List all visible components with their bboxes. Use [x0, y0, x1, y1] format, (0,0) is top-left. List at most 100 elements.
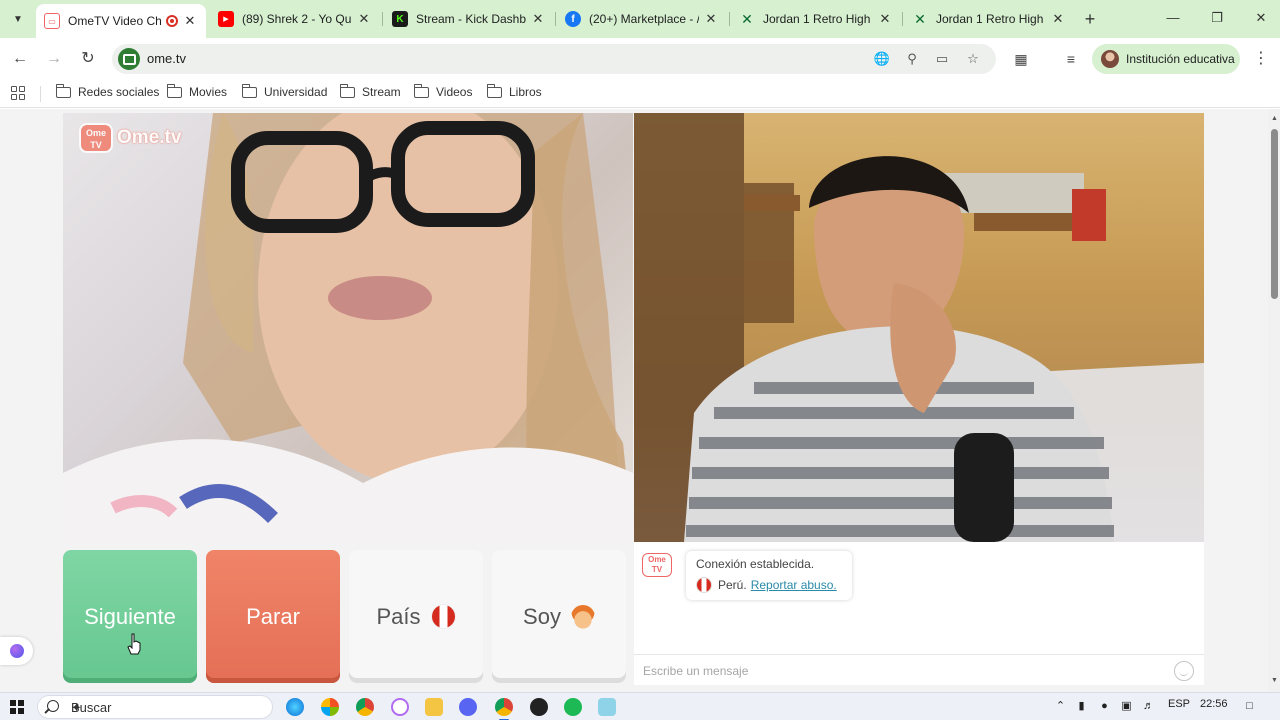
facebook-icon: f — [565, 11, 581, 27]
close-window-icon[interactable]: ✕ — [1239, 0, 1280, 38]
chrome-icon[interactable] — [356, 698, 374, 716]
tab-search-icon[interactable]: ▼ — [6, 7, 30, 31]
close-tab-icon[interactable]: ✕ — [356, 11, 372, 27]
side-extension-widget[interactable] — [0, 637, 33, 665]
tab-facebook[interactable]: f (20+) Marketplace - / ✕ — [557, 5, 727, 33]
chrome-active-icon[interactable] — [495, 698, 513, 720]
scroll-down-icon[interactable]: ▼ — [1271, 677, 1278, 684]
volume-icon[interactable]: ♬ — [1142, 700, 1155, 713]
tab-jordan-2[interactable]: ✕ Jordan 1 Retro High C ✕ — [904, 5, 1074, 33]
tab-title: (89) Shrek 2 - Yo Qui — [242, 12, 352, 26]
chevron-up-icon[interactable]: ⌃ — [1054, 700, 1067, 713]
obs-icon[interactable] — [530, 698, 548, 716]
windows-taskbar: Buscar ✦ ⌃ ▮ ● ▣ ♬ ESP 22:56 □ — [0, 692, 1280, 720]
apps-grid-icon[interactable] — [11, 86, 25, 100]
close-tab-icon[interactable]: ✕ — [703, 11, 719, 27]
bookmark-label: Videos — [436, 85, 473, 99]
bookmark-star-icon[interactable]: ☆ — [963, 49, 983, 69]
tab-separator — [382, 12, 383, 26]
message-input[interactable] — [643, 661, 1143, 681]
bookmark-universidad[interactable]: Universidad — [241, 83, 327, 99]
tab-title: OmeTV Video Ch — [68, 14, 162, 28]
country-button-label: País — [376, 603, 421, 629]
browser-toolbar: ← → ↻ ome.tv 🌐 ⚲ ▭ ☆ ▦ ≡ Institución edu… — [0, 38, 1280, 80]
site-camera-icon[interactable] — [118, 48, 140, 70]
folder-icon — [486, 83, 502, 98]
spotify-icon[interactable] — [564, 698, 582, 716]
copilot-sparkle-icon: ✦ — [71, 700, 82, 715]
partner-country: Perú. — [718, 578, 747, 592]
gender-button-label: Soy — [523, 603, 561, 629]
tab-ometv[interactable]: ▭ OmeTV Video Ch ✕ — [36, 4, 206, 38]
reload-icon[interactable]: ↻ — [76, 47, 100, 71]
close-tab-icon[interactable]: ✕ — [182, 13, 198, 29]
forward-icon[interactable]: → — [42, 47, 66, 71]
url-text: ome.tv — [147, 51, 187, 66]
tab-youtube[interactable]: ▶ (89) Shrek 2 - Yo Qui ✕ — [210, 5, 380, 33]
bookmark-label: Libros — [509, 85, 542, 99]
address-bar[interactable]: ome.tv 🌐 ⚲ ▭ ☆ — [112, 44, 996, 74]
bookmark-redes-sociales[interactable]: Redes sociales — [55, 83, 159, 99]
chat-panel: Ome TV Conexión establecida. Perú. Repor… — [634, 542, 1204, 685]
close-tab-icon[interactable]: ✕ — [1050, 11, 1066, 27]
bookmark-libros[interactable]: Libros — [486, 83, 542, 99]
reading-list-icon[interactable]: ≡ — [1060, 48, 1082, 70]
cast-icon[interactable]: ▭ — [932, 49, 952, 69]
bookmarks-bar: Redes sociales Movies Universidad Stream… — [0, 80, 1280, 108]
battery-icon[interactable]: ▮ — [1075, 700, 1088, 713]
tab-title: Stream - Kick Dashbo — [416, 12, 526, 26]
hand-cursor-icon — [127, 633, 141, 655]
stop-button[interactable]: Parar — [206, 550, 340, 683]
zoom-icon[interactable]: ⚲ — [902, 49, 922, 69]
bookmark-videos[interactable]: Videos — [413, 83, 473, 99]
windows-start-icon[interactable] — [10, 700, 24, 714]
taskbar-search[interactable]: Buscar ✦ — [37, 695, 273, 719]
ometv-favicon-icon: ▭ — [44, 13, 60, 29]
extensions-icon[interactable]: ▦ — [1010, 48, 1032, 70]
close-tab-icon[interactable]: ✕ — [877, 11, 893, 27]
copilot-icon[interactable] — [321, 698, 339, 716]
edge-icon[interactable] — [286, 698, 304, 716]
page-scrollbar[interactable]: ▲ ▼ — [1268, 109, 1280, 692]
report-abuse-link[interactable]: Reportar abuso. — [751, 578, 837, 592]
folder-icon — [55, 83, 71, 98]
menu-kebab-icon[interactable]: ⋮ — [1253, 47, 1269, 71]
discord-icon[interactable] — [459, 698, 477, 716]
connection-status: Conexión establecida. — [696, 557, 815, 571]
ometv-logo-badge: Ome TV — [79, 123, 113, 153]
app-icon[interactable] — [391, 698, 409, 716]
notepad-icon[interactable] — [598, 698, 616, 716]
tab-separator — [729, 12, 730, 26]
notifications-icon[interactable]: □ — [1243, 700, 1256, 713]
next-button[interactable]: Siguiente — [63, 550, 197, 683]
ometv-chat-logo: Ome TV — [642, 553, 672, 577]
gender-button[interactable]: Soy — [492, 550, 626, 683]
tab-title: Jordan 1 Retro High — [763, 12, 871, 26]
translate-icon[interactable]: 🌐 — [872, 49, 892, 69]
ometv-logo: Ome TV Ome.tv — [79, 123, 181, 153]
ometv-page: Ome TV Ome.tv Siguiente Parar País Soy O… — [0, 109, 1268, 692]
minimize-icon[interactable]: — — [1151, 0, 1195, 38]
stranger-video-frame — [63, 113, 633, 542]
file-explorer-icon[interactable] — [425, 698, 443, 716]
self-video-frame — [634, 113, 1204, 542]
bookmark-movies[interactable]: Movies — [166, 83, 227, 99]
message-input-bar — [634, 654, 1204, 685]
network-icon[interactable]: ▣ — [1120, 700, 1133, 713]
emoji-icon[interactable] — [1174, 661, 1194, 681]
tab-jordan-1[interactable]: ✕ Jordan 1 Retro High ✕ — [731, 5, 901, 33]
scroll-up-icon[interactable]: ▲ — [1271, 115, 1278, 122]
bookmark-stream[interactable]: Stream — [339, 83, 401, 99]
restore-icon[interactable]: ❐ — [1195, 0, 1239, 38]
microphone-icon[interactable]: ● — [1098, 700, 1111, 713]
country-button[interactable]: País — [349, 550, 483, 683]
search-icon — [47, 700, 59, 712]
scroll-thumb[interactable] — [1271, 129, 1278, 299]
back-icon[interactable]: ← — [8, 47, 32, 71]
new-tab-button[interactable]: + — [1079, 8, 1101, 30]
clock[interactable]: 22:56 — [1200, 698, 1228, 710]
language-indicator[interactable]: ESP — [1168, 698, 1190, 710]
tab-kick[interactable]: K Stream - Kick Dashbo ✕ — [384, 5, 554, 33]
profile-button[interactable]: Institución educativa — [1092, 44, 1240, 74]
close-tab-icon[interactable]: ✕ — [530, 11, 546, 27]
